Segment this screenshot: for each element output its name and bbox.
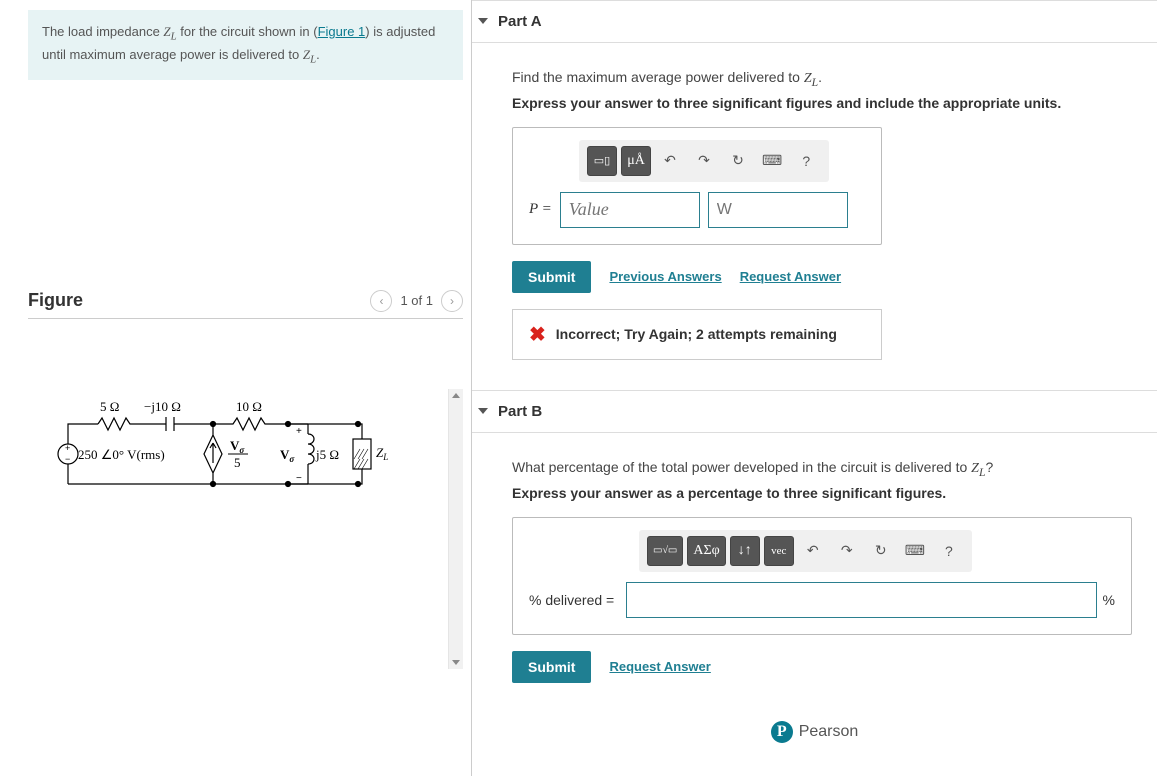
- part-a-toolbar: ▭▯ μÅ ↶ ↷ ↻ ⌨ ?: [579, 140, 829, 182]
- figure-prev-button[interactable]: ‹: [370, 290, 392, 312]
- redo-button[interactable]: ↷: [832, 536, 862, 566]
- label-c1: −j10 Ω: [144, 399, 181, 414]
- part-a-instruction: Express your answer to three significant…: [512, 95, 1137, 111]
- request-answer-link[interactable]: Request Answer: [740, 269, 841, 284]
- part-a-answer-box: ▭▯ μÅ ↶ ↷ ↻ ⌨ ? P =: [512, 127, 882, 245]
- percent-input[interactable]: [626, 582, 1096, 618]
- collapse-icon: [478, 408, 488, 414]
- part-b-answer-box: ▭√▭ ΑΣφ ↓↑ vec ↶ ↷ ↻ ⌨ ? % delivered = %: [512, 517, 1132, 635]
- part-b-toolbar: ▭√▭ ΑΣφ ↓↑ vec ↶ ↷ ↻ ⌨ ?: [639, 530, 972, 572]
- help-button[interactable]: ?: [791, 146, 821, 176]
- figure-heading: Figure: [28, 290, 83, 311]
- svg-text:−: −: [65, 454, 70, 464]
- label-r1: 5 Ω: [100, 399, 119, 414]
- label-zl: ZL: [376, 445, 388, 462]
- symbols-button[interactable]: ΑΣφ: [687, 536, 725, 566]
- svg-text:+: +: [65, 443, 70, 453]
- figure-scrollbar[interactable]: [448, 389, 463, 669]
- percent-unit: %: [1103, 592, 1115, 608]
- pearson-logo-icon: P: [771, 721, 793, 743]
- problem-text: The load impedance: [42, 24, 163, 39]
- part-a-feedback: ✖ Incorrect; Try Again; 2 attempts remai…: [512, 309, 882, 360]
- label-r2: 10 Ω: [236, 399, 262, 414]
- part-b-prompt: What percentage of the total power devel…: [512, 459, 1137, 479]
- part-a-prompt: Find the maximum average power delivered…: [512, 69, 1137, 89]
- keyboard-button[interactable]: ⌨: [757, 146, 787, 176]
- request-answer-link-b[interactable]: Request Answer: [609, 659, 710, 674]
- part-b-instruction: Express your answer as a percentage to t…: [512, 485, 1137, 501]
- templates-button[interactable]: ▭√▭: [647, 536, 683, 566]
- svg-text:+: +: [296, 426, 302, 437]
- unit-input[interactable]: [708, 192, 848, 228]
- reset-button[interactable]: ↻: [866, 536, 896, 566]
- svg-text:−: −: [296, 473, 302, 484]
- footer: P Pearson: [472, 713, 1157, 743]
- units-button[interactable]: μÅ: [621, 146, 651, 176]
- part-a-lhs: P =: [529, 201, 552, 218]
- label-depsrc-den: 5: [234, 455, 241, 470]
- problem-statement: The load impedance ZL for the circuit sh…: [28, 10, 463, 80]
- incorrect-icon: ✖: [529, 322, 546, 347]
- label-vsigma: Vσ: [280, 447, 295, 464]
- redo-button[interactable]: ↷: [689, 146, 719, 176]
- value-input[interactable]: [560, 192, 700, 228]
- label-l1: j5 Ω: [315, 447, 339, 462]
- collapse-icon: [478, 18, 488, 24]
- sub-sup-button[interactable]: ↓↑: [730, 536, 760, 566]
- templates-button[interactable]: ▭▯: [587, 146, 617, 176]
- part-b-submit-button[interactable]: Submit: [512, 651, 591, 683]
- label-src: 250 ∠0° V(rms): [78, 447, 165, 462]
- figure-next-button[interactable]: ›: [441, 290, 463, 312]
- figure-pager: ‹ 1 of 1 ›: [370, 290, 463, 312]
- reset-button[interactable]: ↻: [723, 146, 753, 176]
- label-depsrc-top: Vσ: [230, 438, 245, 455]
- help-button[interactable]: ?: [934, 536, 964, 566]
- part-a-header[interactable]: Part A: [472, 1, 1157, 42]
- part-b-lhs: % delivered =: [529, 592, 614, 608]
- undo-button[interactable]: ↶: [655, 146, 685, 176]
- figure-link[interactable]: Figure 1: [318, 24, 366, 39]
- figure-page-number: 1 of 1: [400, 293, 433, 308]
- keyboard-button[interactable]: ⌨: [900, 536, 930, 566]
- part-a-submit-button[interactable]: Submit: [512, 261, 591, 293]
- undo-button[interactable]: ↶: [798, 536, 828, 566]
- circuit-diagram: + − + −: [38, 389, 451, 522]
- pearson-brand: Pearson: [799, 723, 859, 741]
- part-b-header[interactable]: Part B: [472, 391, 1157, 432]
- vector-button[interactable]: vec: [764, 536, 794, 566]
- previous-answers-link[interactable]: Previous Answers: [609, 269, 721, 284]
